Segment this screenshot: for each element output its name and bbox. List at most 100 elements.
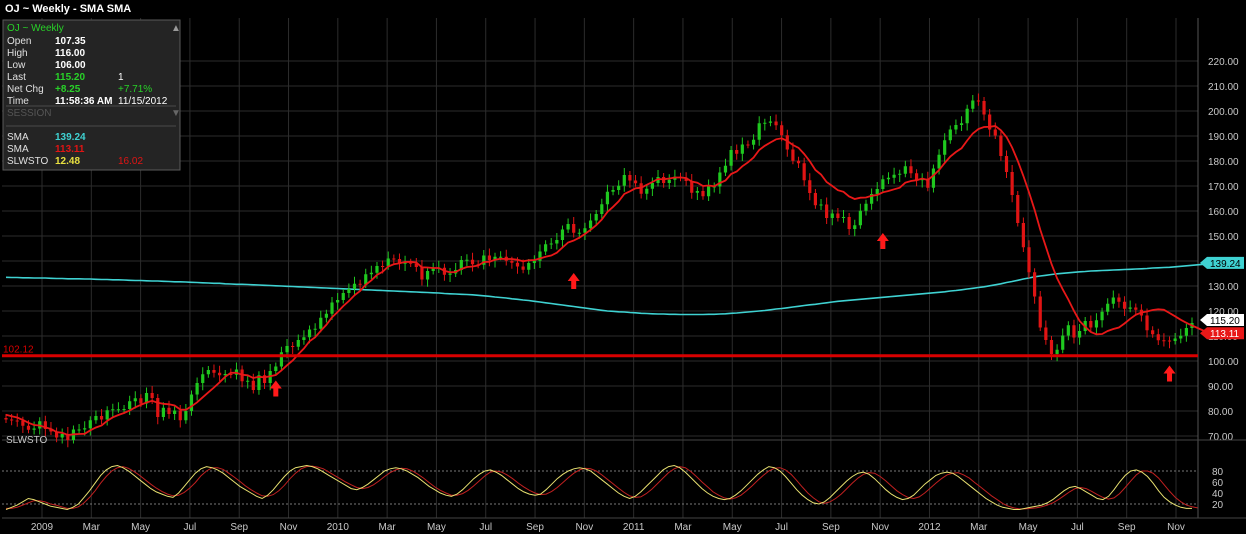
candle-body bbox=[898, 173, 902, 175]
candle-body bbox=[156, 398, 160, 417]
candle-body bbox=[943, 140, 947, 155]
candle-body bbox=[802, 163, 806, 181]
chevron-down-icon[interactable]: ▼ bbox=[171, 108, 181, 119]
candle-body bbox=[847, 217, 851, 229]
candle-body bbox=[959, 123, 964, 125]
candle-body bbox=[128, 401, 132, 409]
candle-body bbox=[650, 183, 654, 189]
candle-body bbox=[723, 165, 728, 173]
candle-body bbox=[1122, 301, 1127, 309]
candle-body bbox=[60, 434, 64, 438]
candle-body bbox=[330, 302, 334, 314]
price-tick-label: 170.00 bbox=[1208, 182, 1239, 193]
price-tag-label: 113.11 bbox=[1210, 329, 1240, 340]
candle-body bbox=[15, 420, 19, 422]
candle-body bbox=[285, 346, 289, 353]
candle bbox=[1016, 191, 1020, 227]
candle-body bbox=[830, 213, 834, 218]
candle-body bbox=[594, 214, 598, 221]
candle-body bbox=[825, 204, 829, 218]
candle-body bbox=[470, 259, 475, 265]
time-tick-label: 2012 bbox=[918, 522, 941, 533]
candle-body bbox=[729, 150, 733, 166]
time-tick-label: Jul bbox=[1071, 522, 1084, 533]
info-label: Open bbox=[7, 36, 31, 47]
candle-body bbox=[701, 191, 705, 197]
info-extra: 11/15/2012 bbox=[118, 96, 168, 107]
candle-body bbox=[1134, 307, 1138, 310]
candle-body bbox=[903, 166, 907, 174]
time-tick-label: Nov bbox=[280, 522, 298, 533]
indicator-extra: 16.02 bbox=[118, 156, 143, 167]
candle-body bbox=[347, 289, 351, 293]
candle-body bbox=[313, 328, 317, 330]
candle-body bbox=[909, 166, 913, 174]
candle-body bbox=[212, 370, 216, 373]
candle-body bbox=[645, 188, 649, 194]
candle-body bbox=[1072, 325, 1076, 338]
candle-body bbox=[167, 407, 171, 414]
info-label: Time bbox=[7, 96, 29, 107]
candle-body bbox=[813, 193, 818, 206]
candle-body bbox=[1077, 331, 1082, 338]
time-tick-label: Sep bbox=[230, 522, 248, 533]
time-tick-label: Mar bbox=[674, 522, 692, 533]
candle-body bbox=[1044, 327, 1048, 340]
candle-body bbox=[217, 372, 222, 376]
candle-body bbox=[32, 428, 36, 430]
candle-body bbox=[189, 394, 194, 411]
indicator-label: SMA bbox=[7, 144, 29, 155]
candle-body bbox=[1061, 335, 1065, 350]
candle-body bbox=[763, 122, 767, 124]
candle-body bbox=[527, 263, 531, 270]
time-tick-label: 2009 bbox=[31, 522, 54, 533]
candle-body bbox=[94, 416, 98, 421]
candle-body bbox=[352, 283, 357, 289]
candle-body bbox=[510, 260, 514, 263]
info-value: 116.00 bbox=[55, 48, 85, 59]
candle-body bbox=[858, 210, 862, 226]
candle-body bbox=[392, 258, 396, 260]
indicator-label: SMA bbox=[7, 132, 29, 143]
candle bbox=[1038, 291, 1042, 331]
candle-body bbox=[425, 271, 430, 280]
candle-body bbox=[1027, 247, 1031, 273]
candle-body bbox=[1151, 330, 1155, 335]
info-label: Net Chg bbox=[7, 84, 44, 95]
candle-body bbox=[757, 123, 761, 140]
candle-body bbox=[83, 428, 87, 430]
time-tick-label: May bbox=[723, 522, 742, 533]
candle-body bbox=[881, 179, 885, 189]
candle-body bbox=[993, 129, 997, 136]
candle-body bbox=[291, 346, 295, 347]
info-label: High bbox=[7, 48, 28, 59]
candle-body bbox=[1021, 223, 1025, 248]
candle-body bbox=[965, 108, 969, 124]
candle-body bbox=[864, 203, 868, 211]
candle-body bbox=[178, 410, 182, 421]
candle-body bbox=[971, 100, 975, 109]
price-tick-label: 210.00 bbox=[1208, 82, 1239, 93]
candle-body bbox=[1010, 172, 1014, 195]
time-tick-label: Sep bbox=[526, 522, 544, 533]
time-tick-label: Jul bbox=[184, 522, 197, 533]
info-title: OJ ~ Weekly bbox=[7, 23, 64, 34]
info-value: 106.00 bbox=[55, 60, 86, 71]
candle-body bbox=[572, 224, 576, 233]
candle-body bbox=[302, 337, 306, 340]
candle-body bbox=[1038, 296, 1042, 328]
stoch-tick-label: 40 bbox=[1212, 489, 1224, 500]
candle-body bbox=[617, 185, 621, 190]
time-tick-label: Sep bbox=[1118, 522, 1136, 533]
chevron-up-icon[interactable]: ▲ bbox=[171, 23, 181, 34]
candle-body bbox=[948, 129, 952, 141]
info-value: 115.20 bbox=[55, 72, 85, 83]
candle-body bbox=[341, 293, 345, 300]
candle-body bbox=[841, 217, 846, 218]
price-tick-label: 220.00 bbox=[1208, 57, 1239, 68]
time-tick-label: Jul bbox=[479, 522, 492, 533]
stoch-tick-label: 80 bbox=[1212, 467, 1224, 478]
time-tick-label: Nov bbox=[575, 522, 593, 533]
candle-body bbox=[836, 213, 840, 218]
candle-body bbox=[465, 259, 469, 261]
